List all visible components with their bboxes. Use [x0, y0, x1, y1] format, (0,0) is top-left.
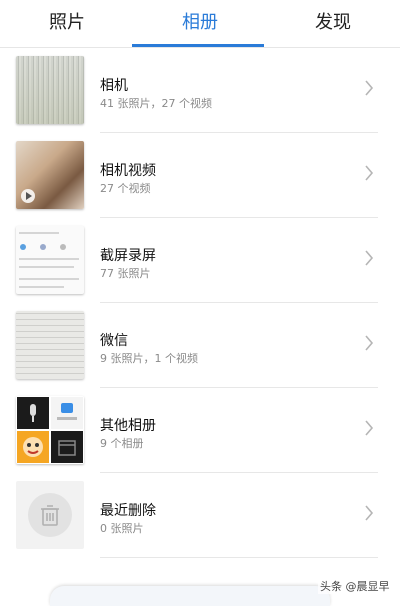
album-title: 相机视频 — [100, 163, 156, 179]
tab-albums[interactable]: 相册 — [133, 0, 267, 46]
album-row-camera[interactable]: 相机 41 张照片，27 个视频 — [0, 48, 400, 133]
album-title: 相机 — [100, 78, 128, 94]
album-row-wechat[interactable]: 微信 9 张照片，1 个视频 — [0, 303, 400, 388]
chevron-right-icon — [365, 335, 374, 351]
album-row-other-albums[interactable]: 其他相册 9 个相册 — [0, 388, 400, 473]
album-count: 77 张照片 — [100, 267, 151, 280]
album-title: 截屏录屏 — [100, 248, 156, 264]
album-thumbnail — [16, 226, 84, 294]
album-count: 9 个相册 — [100, 437, 144, 450]
play-icon — [21, 189, 35, 203]
album-thumbnail — [16, 311, 84, 379]
row-separator — [100, 557, 378, 558]
album-title: 微信 — [100, 333, 128, 349]
tab-discover[interactable]: 发现 — [266, 0, 400, 46]
chevron-right-icon — [365, 505, 374, 521]
album-row-recently-deleted[interactable]: 最近删除 0 张照片 — [0, 473, 400, 558]
chevron-right-icon — [365, 80, 374, 96]
tab-bar: 照片 相册 发现 — [0, 0, 400, 48]
album-count: 41 张照片，27 个视频 — [100, 97, 212, 110]
bottom-action-bar[interactable] — [50, 586, 330, 606]
album-row-screenshots[interactable]: 截屏录屏 77 张照片 — [0, 218, 400, 303]
album-thumbnail — [16, 141, 84, 209]
chevron-right-icon — [365, 420, 374, 436]
tab-photos[interactable]: 照片 — [0, 0, 134, 46]
album-title: 最近删除 — [100, 503, 156, 519]
album-thumbnail — [16, 56, 84, 124]
album-title: 其他相册 — [100, 418, 156, 434]
trash-icon — [28, 493, 72, 537]
album-count: 0 张照片 — [100, 522, 144, 535]
album-thumbnail — [16, 481, 84, 549]
album-thumbnail-grid — [16, 396, 84, 464]
album-row-camera-video[interactable]: 相机视频 27 个视频 — [0, 133, 400, 218]
album-count: 27 个视频 — [100, 182, 151, 195]
chevron-right-icon — [365, 250, 374, 266]
album-count: 9 张照片，1 个视频 — [100, 352, 198, 365]
watermark-text: 头条 @晨显早 — [318, 578, 392, 594]
chevron-right-icon — [365, 165, 374, 181]
